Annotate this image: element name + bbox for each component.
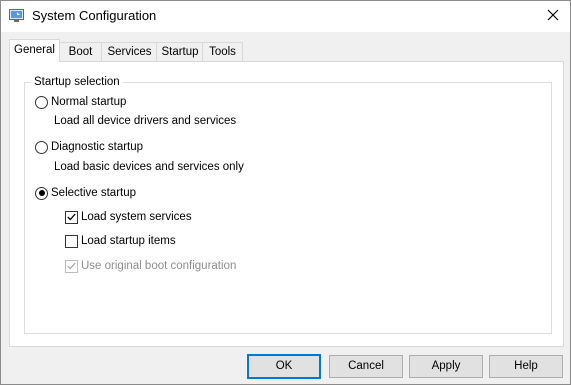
normal-startup-description: Load all device drivers and services — [54, 115, 237, 127]
tab-tools[interactable]: Tools — [202, 42, 243, 62]
load-system-services-checkbox[interactable] — [65, 210, 78, 224]
normal-startup-label[interactable]: Normal startup — [51, 95, 126, 109]
use-original-boot-config-row: Use original boot configuration — [65, 259, 236, 273]
diagnostic-startup-radio-row[interactable]: Diagnostic startup — [35, 140, 143, 154]
tab-general[interactable]: General — [9, 39, 60, 62]
selective-startup-radio[interactable] — [35, 186, 48, 200]
startup-selection-group: Startup selection Normal startup Load al… — [24, 75, 552, 334]
apply-button[interactable]: Apply — [409, 355, 483, 378]
selective-startup-radio-row[interactable]: Selective startup — [35, 186, 136, 200]
tab-services[interactable]: Services — [101, 42, 158, 62]
general-tab-panel: Startup selection Normal startup Load al… — [9, 61, 564, 347]
cancel-button[interactable]: Cancel — [329, 355, 403, 378]
ok-button[interactable]: OK — [247, 354, 321, 379]
help-button[interactable]: Help — [489, 355, 563, 378]
group-title: Startup selection — [31, 75, 123, 90]
title-bar[interactable]: System Configuration — [1, 1, 570, 32]
system-configuration-window: System Configuration General Boot Servic… — [0, 0, 571, 385]
window-title: System Configuration — [32, 8, 157, 23]
normal-startup-radio-row[interactable]: Normal startup — [35, 95, 126, 109]
diagnostic-startup-label[interactable]: Diagnostic startup — [51, 140, 143, 154]
normal-startup-radio[interactable] — [35, 95, 48, 109]
selective-startup-label[interactable]: Selective startup — [51, 186, 136, 200]
load-startup-items-row[interactable]: Load startup items — [65, 234, 176, 248]
load-system-services-label[interactable]: Load system services — [81, 210, 192, 224]
diagnostic-startup-radio[interactable] — [35, 140, 48, 154]
tab-startup[interactable]: Startup — [156, 42, 204, 62]
load-startup-items-label[interactable]: Load startup items — [81, 234, 176, 248]
system-config-icon — [9, 9, 24, 23]
close-button[interactable] — [536, 1, 570, 32]
use-original-boot-config-checkbox — [65, 259, 78, 273]
close-icon — [547, 9, 559, 24]
load-system-services-row[interactable]: Load system services — [65, 210, 192, 224]
checkmark-icon — [67, 262, 76, 270]
checkmark-icon — [67, 213, 76, 221]
diagnostic-startup-description: Load basic devices and services only — [54, 161, 244, 173]
load-startup-items-checkbox[interactable] — [65, 234, 78, 248]
tab-boot[interactable]: Boot — [58, 42, 103, 62]
use-original-boot-config-label: Use original boot configuration — [81, 260, 237, 272]
